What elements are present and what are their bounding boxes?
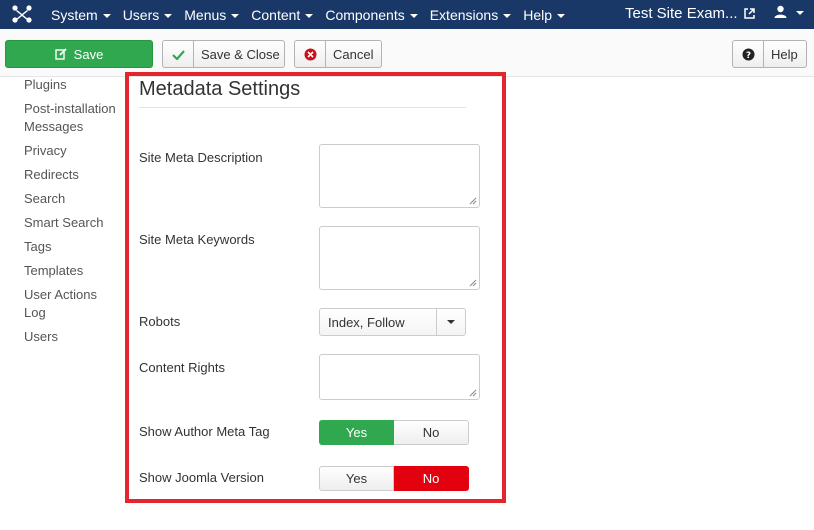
joomla-version-label: Show Joomla Version [139, 470, 265, 485]
meta-keywords-label: Site Meta Keywords [139, 232, 255, 247]
save-button[interactable]: Save [5, 40, 153, 68]
sidebar: Plugins Post-installation Messages Priva… [24, 76, 119, 352]
cancel-icon [295, 41, 326, 67]
sidebar-item-user-actions-log[interactable]: User Actions Log [24, 286, 119, 322]
menu-content[interactable]: Content [251, 7, 314, 23]
menu-help[interactable]: Help [523, 7, 565, 23]
menu-system[interactable]: System [51, 7, 111, 23]
save-close-button[interactable]: Save & Close [162, 40, 285, 68]
top-navbar: System Users Menus Content Components Ex… [0, 0, 814, 29]
sidebar-item-templates[interactable]: Templates [24, 262, 119, 280]
question-icon: ? [733, 41, 764, 67]
chevron-down-icon [503, 13, 512, 18]
site-preview-link[interactable]: Test Site Exam... [625, 5, 755, 22]
author-meta-toggle: Yes No [319, 420, 469, 445]
joomla-version-yes-option[interactable]: Yes [319, 466, 394, 491]
resize-grip-icon[interactable] [469, 197, 477, 205]
joomla-version-toggle: Yes No [319, 466, 469, 491]
joomla-logo-icon[interactable] [11, 4, 33, 24]
meta-description-label: Site Meta Description [139, 150, 263, 165]
sidebar-item-smart-search[interactable]: Smart Search [24, 214, 119, 232]
svg-text:?: ? [745, 51, 750, 61]
robots-value: Index, Follow [328, 314, 405, 330]
toolbar: Save Save & Close Cancel ? Help [0, 29, 814, 77]
sidebar-item-post-installation-messages[interactable]: Post-installation Messages [24, 100, 119, 136]
chevron-down-icon [436, 309, 465, 335]
sidebar-item-plugins[interactable]: Plugins [24, 76, 119, 94]
chevron-down-icon [102, 13, 111, 18]
chevron-down-icon [796, 11, 804, 15]
menu-extensions[interactable]: Extensions [430, 7, 512, 23]
external-link-icon [743, 8, 755, 19]
joomla-version-no-option[interactable]: No [394, 466, 469, 491]
author-meta-label: Show Author Meta Tag [139, 424, 270, 439]
author-meta-yes-option[interactable]: Yes [319, 420, 394, 445]
meta-keywords-field[interactable] [319, 226, 480, 290]
menu-menus[interactable]: Menus [184, 7, 240, 23]
sidebar-item-search[interactable]: Search [24, 190, 119, 208]
sidebar-item-users[interactable]: Users [24, 328, 119, 346]
sidebar-item-privacy[interactable]: Privacy [24, 142, 119, 160]
main-menu: System Users Menus Content Components Ex… [51, 0, 577, 29]
menu-components[interactable]: Components [325, 7, 418, 23]
check-icon [163, 41, 194, 67]
panel-title: Metadata Settings [139, 78, 301, 100]
user-icon [774, 5, 787, 18]
chevron-down-icon [231, 13, 240, 18]
robots-label: Robots [139, 314, 181, 329]
edit-icon [54, 48, 67, 60]
robots-select[interactable]: Index, Follow [319, 308, 466, 336]
sidebar-item-tags[interactable]: Tags [24, 238, 119, 256]
chevron-down-icon [557, 13, 565, 18]
chevron-down-icon [305, 13, 314, 18]
cancel-button[interactable]: Cancel [294, 40, 382, 68]
meta-description-field[interactable] [319, 144, 480, 208]
help-button[interactable]: ? Help [732, 40, 807, 68]
chevron-down-icon [164, 13, 173, 18]
content-rights-field[interactable] [319, 354, 480, 400]
site-title: Test Site Exam... [625, 5, 738, 22]
resize-grip-icon[interactable] [469, 389, 477, 397]
sidebar-item-redirects[interactable]: Redirects [24, 166, 119, 184]
content-rights-label: Content Rights [139, 360, 225, 375]
menu-users[interactable]: Users [123, 7, 173, 23]
chevron-down-icon [409, 13, 418, 18]
user-menu[interactable] [774, 5, 804, 19]
author-meta-no-option[interactable]: No [394, 420, 469, 445]
title-divider [139, 107, 466, 108]
resize-grip-icon[interactable] [469, 279, 477, 287]
